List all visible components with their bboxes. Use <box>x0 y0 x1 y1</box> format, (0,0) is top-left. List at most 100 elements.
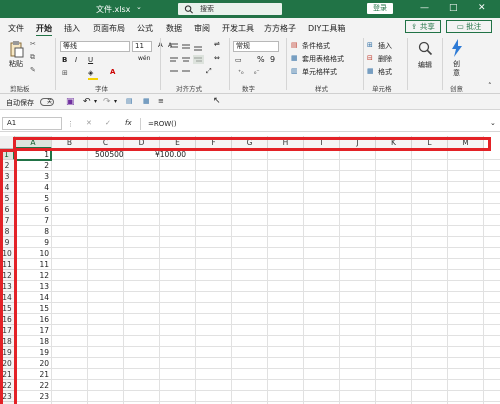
clipboard-group-label: 剪贴板 <box>10 85 30 93</box>
font-color-icon[interactable]: A <box>110 68 115 76</box>
grid-row-line <box>15 280 500 281</box>
cancel-entry-icon[interactable]: ✕ <box>86 119 92 127</box>
edit-group-label[interactable]: 编辑 <box>418 60 432 70</box>
wrap-text-icon[interactable]: ⇌ <box>214 40 220 48</box>
delete-cells-icon[interactable]: ⊟ <box>367 54 373 62</box>
format-cells-icon[interactable]: ▦ <box>367 67 374 75</box>
format-cells-button[interactable]: 格式 <box>378 67 392 77</box>
decrease-decimal-icon[interactable]: ₀⁻ <box>254 69 260 76</box>
tab-formulas[interactable]: 公式 <box>137 23 153 34</box>
underline-button[interactable]: U <box>88 56 93 64</box>
conditional-format-icon[interactable]: ▤ <box>291 41 298 49</box>
cell-a11[interactable]: 11 <box>15 259 49 270</box>
insert-function-button[interactable]: fx <box>125 119 132 127</box>
cell-a23[interactable]: 23 <box>15 391 49 402</box>
cell-a5[interactable]: 5 <box>15 193 49 204</box>
cell-a2[interactable]: 2 <box>15 160 49 171</box>
worksheet-grid[interactable]: ABCDEFGHIJKLM 1 2 3 4 5 6 7 8 9 10 11 12 13 14 15 16 17 1… <box>0 136 500 404</box>
cell-a19[interactable]: 19 <box>15 347 49 358</box>
close-button[interactable]: ✕ <box>478 3 486 13</box>
cell-a21[interactable]: 21 <box>15 369 49 380</box>
cell-a17[interactable]: 17 <box>15 325 49 336</box>
increase-decimal-icon[interactable]: ⁺₀ <box>238 69 244 76</box>
cell-style-button[interactable]: 单元格样式 <box>302 67 337 77</box>
share-button[interactable]: ⇪ 共享 <box>405 20 441 33</box>
redo-dropdown-icon[interactable]: ▾ <box>114 98 117 105</box>
insert-cells-button[interactable]: 插入 <box>378 41 392 51</box>
cell-a15[interactable]: 15 <box>15 303 49 314</box>
paste-icon[interactable] <box>10 40 24 58</box>
paste-label[interactable]: 粘贴 <box>9 59 23 69</box>
table-format-icon[interactable]: ▦ <box>291 54 298 62</box>
search-box[interactable]: 搜索 <box>178 3 282 15</box>
number-format-select[interactable]: 常规 <box>233 41 279 52</box>
restore-button[interactable]: □ <box>449 3 458 13</box>
qat-customize-icon[interactable]: ≡ <box>158 97 164 105</box>
table-format-button[interactable]: 套用表格格式 <box>302 54 344 64</box>
cell-a4[interactable]: 4 <box>15 182 49 193</box>
tab-review[interactable]: 审阅 <box>194 23 210 34</box>
login-button[interactable]: 登录 <box>367 3 393 14</box>
confirm-entry-icon[interactable]: ✓ <box>105 119 111 127</box>
grid-row-line <box>15 203 500 204</box>
border-icon[interactable]: ⊞ <box>62 69 68 77</box>
undo-dropdown-icon[interactable]: ▾ <box>94 98 97 105</box>
cell-a16[interactable]: 16 <box>15 314 49 325</box>
comment-button[interactable]: ▭ 批注 <box>446 20 492 33</box>
font-name-select[interactable]: 等线 <box>60 41 130 52</box>
tab-ffcell[interactable]: 方方格子 <box>264 23 296 34</box>
font-size-select[interactable]: 11 <box>132 41 152 52</box>
cell-a8[interactable]: 8 <box>15 226 49 237</box>
cell-a12[interactable]: 12 <box>15 270 49 281</box>
filename-dropdown-icon[interactable]: ⌄ <box>136 3 142 11</box>
percent-button[interactable]: % <box>257 55 265 64</box>
tab-file[interactable]: 文件 <box>8 23 24 34</box>
tab-data[interactable]: 数据 <box>166 23 182 34</box>
cell-a3[interactable]: 3 <box>15 171 49 182</box>
fill-color-icon[interactable]: ◈ <box>88 69 93 77</box>
cell-a13[interactable]: 13 <box>15 281 49 292</box>
redo-icon[interactable]: ↷ <box>103 97 111 107</box>
insert-cells-icon[interactable]: ⊞ <box>367 41 373 49</box>
cell-style-icon[interactable]: ▥ <box>291 67 298 75</box>
qat-form-icon[interactable]: ▤ <box>126 97 133 105</box>
cell-a20[interactable]: 20 <box>15 358 49 369</box>
expand-formula-icon[interactable]: ⌄ <box>490 119 496 127</box>
format-painter-icon[interactable]: ✎ <box>30 66 36 74</box>
bold-button[interactable]: B <box>62 56 67 64</box>
copy-icon[interactable]: ⧉ <box>30 53 35 62</box>
name-box[interactable]: A1 <box>2 117 62 130</box>
tab-developer[interactable]: 开发工具 <box>222 23 254 34</box>
cell-a18[interactable]: 18 <box>15 336 49 347</box>
cut-icon[interactable]: ✂ <box>30 40 36 48</box>
autosave-toggle[interactable]: 关 <box>40 98 54 106</box>
collapse-ribbon-icon[interactable]: ˄ <box>488 82 492 90</box>
italic-button[interactable]: I <box>75 56 77 64</box>
find-icon[interactable] <box>417 40 433 56</box>
cell-a14[interactable]: 14 <box>15 292 49 303</box>
delete-cells-button[interactable]: 删除 <box>378 54 392 64</box>
cell-a9[interactable]: 9 <box>15 237 49 248</box>
create-group-label: 创意 <box>450 85 463 93</box>
orientation-icon[interactable]: ⤢ <box>206 67 212 76</box>
tab-insert[interactable]: 插入 <box>64 23 80 34</box>
lightning-icon[interactable] <box>451 39 463 57</box>
currency-icon[interactable]: ▭ <box>235 56 242 64</box>
cell-a10[interactable]: 10 <box>15 248 49 259</box>
cell-a7[interactable]: 7 <box>15 215 49 226</box>
minimize-button[interactable]: — <box>420 3 429 13</box>
conditional-format-button[interactable]: 条件格式 <box>302 41 330 51</box>
cell-a22[interactable]: 22 <box>15 380 49 391</box>
merge-center-icon[interactable]: ⇔ <box>214 54 220 62</box>
qat-table-icon[interactable]: ▦ <box>143 97 150 105</box>
tab-diy-toolbox[interactable]: DIY工具箱 <box>308 23 345 34</box>
comma-button[interactable]: 9 <box>270 55 275 64</box>
formula-input[interactable]: =ROW() <box>148 120 177 128</box>
tab-page-layout[interactable]: 页面布局 <box>93 23 125 34</box>
tab-home[interactable]: 开始 <box>36 23 52 37</box>
save-icon[interactable]: ▣ <box>66 97 75 107</box>
phonetic-icon[interactable]: wén <box>138 55 150 62</box>
cell-a6[interactable]: 6 <box>15 204 49 215</box>
undo-icon[interactable]: ↶ <box>83 97 91 107</box>
create-line2[interactable]: 意 <box>453 68 460 78</box>
